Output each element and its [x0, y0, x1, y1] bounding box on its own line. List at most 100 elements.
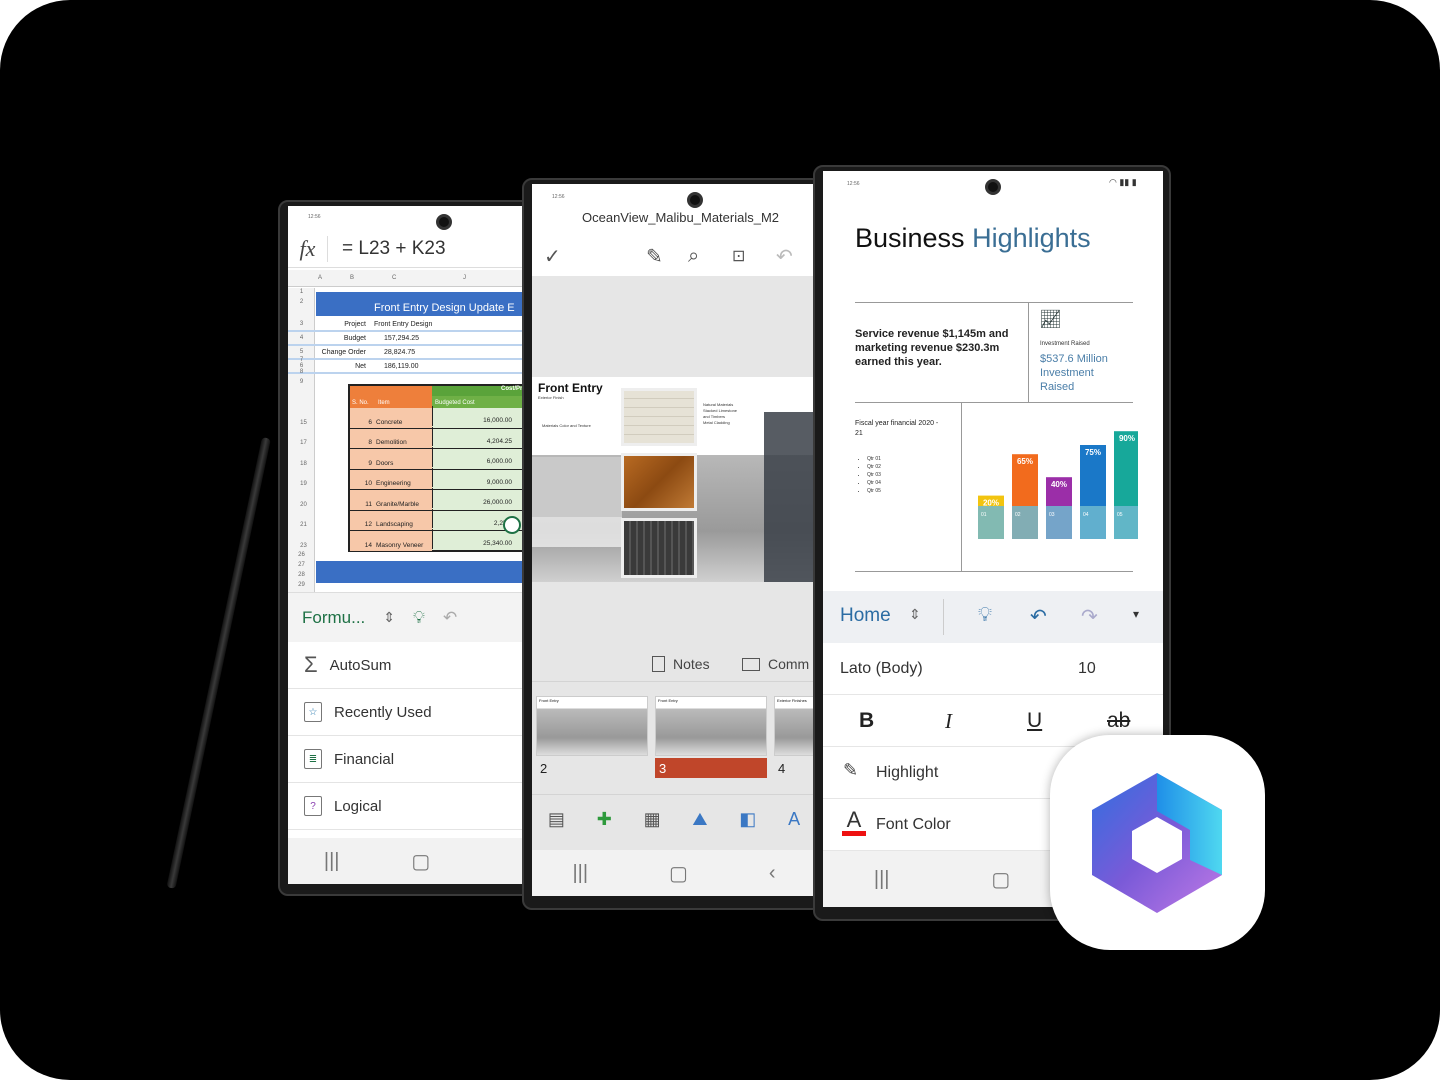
- col-header[interactable]: J: [463, 275, 466, 281]
- back-button[interactable]: ‹: [769, 862, 776, 885]
- italic-button[interactable]: I: [945, 709, 952, 734]
- picture-icon[interactable]: ⛰: [692, 809, 707, 830]
- shapes-icon[interactable]: ◧: [739, 809, 756, 830]
- insert-toolbar: ▤ ✚ ▦ ⛰ ◧ A: [532, 794, 816, 844]
- slide-thumbnail[interactable]: Exterior Finishes 4: [774, 696, 816, 782]
- sno-cell[interactable]: 9: [350, 460, 372, 467]
- fx-icon: fx: [288, 235, 328, 262]
- sno-cell[interactable]: 8: [350, 439, 372, 446]
- cost-cell[interactable]: 16,000.00: [432, 406, 512, 426]
- sno-cell[interactable]: 14: [350, 542, 372, 549]
- switch-tab-icon[interactable]: ⇕: [909, 606, 921, 623]
- home-button[interactable]: ▢: [991, 867, 1010, 892]
- row-number: 8: [299, 369, 304, 375]
- selection-handle[interactable]: [503, 516, 521, 534]
- home-button[interactable]: ▢: [411, 849, 430, 874]
- thumbnail-title: Front Entry: [658, 698, 678, 703]
- slide-thumbnail[interactable]: Front Entry 3: [655, 696, 767, 782]
- formulas-tab[interactable]: Formu...: [302, 608, 365, 628]
- cost-cell[interactable]: 4,204.25: [432, 426, 512, 446]
- item-cell[interactable]: Landscaping: [376, 521, 413, 528]
- item-cell[interactable]: Demolition: [376, 439, 407, 446]
- draw-pen-icon[interactable]: ✎: [646, 244, 663, 269]
- summary-value[interactable]: 157,294.25: [384, 335, 419, 342]
- home-button[interactable]: ▢: [669, 861, 688, 886]
- font-name-select[interactable]: Lato (Body): [840, 660, 923, 678]
- cost-cell[interactable]: 26,000.00: [432, 488, 512, 508]
- recents-button[interactable]: |||: [324, 850, 340, 873]
- summary-label[interactable]: Budget: [344, 335, 366, 342]
- notes-button[interactable]: Notes: [652, 656, 710, 672]
- nav-bar: ||| ▢: [288, 838, 538, 884]
- table-row: 8 Demolition 4,204.25 17: [300, 426, 538, 449]
- sno-cell[interactable]: 12: [350, 521, 372, 528]
- ribbon-tab-home[interactable]: Home: [840, 605, 891, 627]
- item-cell[interactable]: Masonry Veneer: [376, 542, 423, 549]
- formulas-panel-header: Formu... ⇕ 💡︎ ↶: [288, 592, 538, 642]
- category-label: 03: [1049, 512, 1055, 518]
- bar-base: [1080, 506, 1106, 539]
- item-cell[interactable]: Doors: [376, 460, 393, 467]
- col-header[interactable]: C: [392, 275, 396, 281]
- switch-tab-icon[interactable]: ⇕: [383, 609, 395, 626]
- row-number: 21: [300, 522, 307, 528]
- item-cell[interactable]: Granite/Marble: [376, 501, 419, 508]
- cost-cell[interactable]: 9,000.00: [432, 467, 512, 487]
- undo-icon[interactable]: ↶: [443, 608, 457, 628]
- sno-cell[interactable]: 10: [350, 480, 372, 487]
- underline-button[interactable]: U: [1027, 709, 1042, 733]
- recents-button[interactable]: |||: [874, 868, 890, 891]
- search-icon[interactable]: ⌕: [688, 245, 699, 268]
- present-icon[interactable]: ⊡: [732, 246, 745, 266]
- cost-cell[interactable]: 2,250.: [432, 508, 512, 528]
- header-item: Item: [378, 400, 390, 406]
- lightbulb-icon[interactable]: 💡︎: [413, 608, 425, 628]
- function-autosum[interactable]: Σ AutoSum: [288, 642, 538, 689]
- sigma-icon: Σ: [304, 652, 318, 677]
- new-comment-icon[interactable]: ✚: [597, 809, 612, 830]
- strikethrough-button[interactable]: ab: [1107, 709, 1130, 733]
- undo-icon[interactable]: ↶: [1030, 604, 1047, 629]
- font-size-select[interactable]: 10: [1078, 660, 1096, 678]
- summary-value[interactable]: 28,824.75: [384, 349, 415, 356]
- phone-powerpoint: 12:56 OceanView_Malibu_Materials_M2 ✓ ✎ …: [522, 178, 822, 910]
- slide-canvas[interactable]: Front Entry Exterior Finish Materials Co…: [532, 377, 816, 582]
- cost-cell[interactable]: 25,340.00: [432, 529, 512, 549]
- summary-value[interactable]: 186,119.00: [384, 363, 419, 370]
- summary-label[interactable]: Net: [355, 363, 366, 370]
- summary-value[interactable]: Front Entry Design: [374, 321, 432, 328]
- formula-bar[interactable]: fx = L23 + K23: [288, 230, 538, 268]
- cost-cell[interactable]: 6,000.00: [432, 447, 512, 467]
- summary-label[interactable]: Change Order: [322, 349, 366, 356]
- function-financial[interactable]: ≣ Financial: [288, 736, 538, 783]
- textbox-icon[interactable]: A: [788, 809, 800, 830]
- data-label: 65%: [1017, 457, 1033, 466]
- microsoft-365-logo-icon: [1092, 773, 1222, 913]
- thumbnail-image: Front Entry: [655, 696, 767, 756]
- layout-icon[interactable]: ▤: [548, 809, 565, 830]
- col-header[interactable]: A: [318, 275, 322, 281]
- summary-row: 5 Change Order 28,824.75: [288, 346, 538, 360]
- table-icon[interactable]: ▦: [644, 809, 661, 830]
- row-number: 2: [299, 299, 304, 305]
- summary-label[interactable]: Project: [344, 321, 366, 328]
- function-recently-used[interactable]: ☆ Recently Used: [288, 689, 538, 736]
- function-logical[interactable]: ? Logical: [288, 783, 538, 830]
- redo-icon[interactable]: ↷: [1081, 604, 1098, 629]
- comment-icon: [742, 658, 760, 671]
- row-number: 5: [299, 349, 304, 355]
- col-header[interactable]: B: [350, 275, 354, 281]
- sno-cell[interactable]: 6: [350, 419, 372, 426]
- item-cell[interactable]: Engineering: [376, 480, 411, 487]
- lightbulb-icon[interactable]: 💡︎: [978, 604, 992, 627]
- camera: [687, 192, 703, 208]
- done-check-icon[interactable]: ✓: [544, 244, 561, 269]
- undo-icon[interactable]: ↶: [776, 244, 793, 269]
- expand-ribbon-icon[interactable]: ▾: [1133, 607, 1139, 621]
- sno-cell[interactable]: 11: [350, 501, 372, 508]
- recents-button[interactable]: |||: [572, 862, 588, 885]
- comments-button[interactable]: Comm: [742, 656, 809, 672]
- slide-thumbnail[interactable]: Front Entry 2: [536, 696, 648, 782]
- bold-button[interactable]: B: [859, 709, 874, 733]
- item-cell[interactable]: Concrete: [376, 419, 402, 426]
